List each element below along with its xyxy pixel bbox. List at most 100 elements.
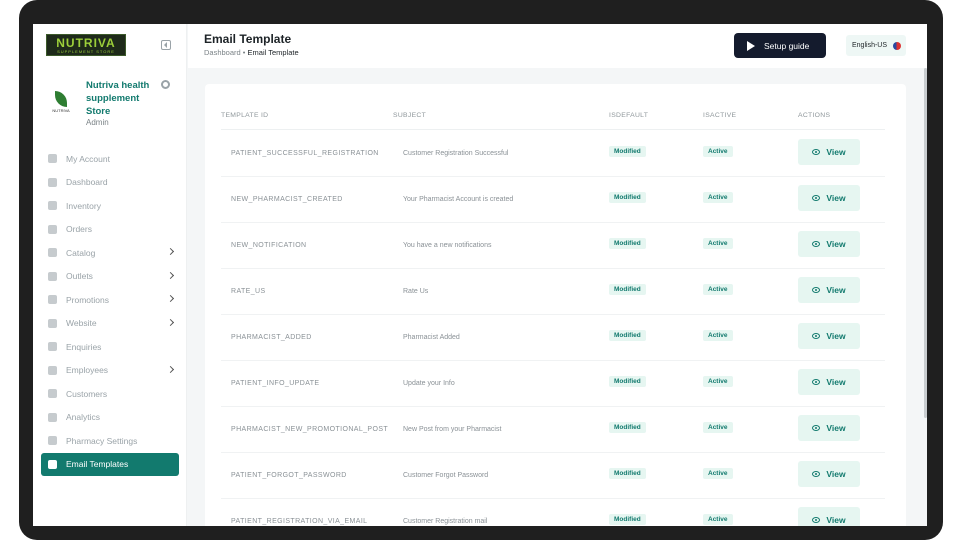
avatar-text: NUTRIVA bbox=[52, 108, 70, 113]
view-label: View bbox=[826, 285, 846, 295]
sidebar-item-label: Employees bbox=[66, 365, 109, 376]
breadcrumb-current: Email Template bbox=[247, 48, 299, 57]
collapse-sidebar-icon[interactable] bbox=[161, 40, 171, 50]
table-row: PATIENT_SUCCESSFUL_REGISTRATION Customer … bbox=[221, 131, 885, 177]
brand-logo[interactable]: NUTRIVA SUPPLEMENT STORE bbox=[46, 34, 126, 56]
chevron-right-icon bbox=[166, 294, 175, 303]
sidebar-item-label: Analytics bbox=[66, 412, 101, 423]
sidebar-item-orders[interactable]: Orders bbox=[41, 218, 179, 242]
template-id: PATIENT_FORGOT_PASSWORD bbox=[231, 472, 347, 479]
sidebar-item-promotions[interactable]: Promotions bbox=[41, 288, 179, 312]
column-actions: ACTIONS bbox=[798, 112, 831, 119]
table-row: RATE_US Rate Us Modified Active View bbox=[221, 269, 885, 315]
breadcrumb-dashboard[interactable]: Dashboard bbox=[204, 48, 241, 57]
inventory-icon bbox=[48, 201, 57, 211]
view-button[interactable]: View bbox=[798, 415, 860, 441]
table-row: PHARMACIST_ADDED Pharmacist Added Modified… bbox=[221, 315, 885, 361]
eye-icon bbox=[812, 471, 821, 477]
store-avatar: NUTRIVA bbox=[46, 87, 76, 117]
template-subject: You have a new notifications bbox=[403, 242, 492, 249]
view-button[interactable]: View bbox=[798, 185, 860, 211]
isdefault-badge: Modified bbox=[609, 238, 646, 249]
sidebar-item-dashboard[interactable]: Dashboard bbox=[41, 171, 179, 195]
isactive-badge: Active bbox=[703, 238, 733, 249]
table-row: PATIENT_REGISTRATION_VIA_EMAIL Customer R… bbox=[221, 499, 885, 526]
column-template-id: TEMPLATE ID bbox=[221, 112, 269, 119]
isdefault-badge: Modified bbox=[609, 376, 646, 387]
sidebar-item-catalog[interactable]: Catalog bbox=[41, 241, 179, 265]
eye-icon bbox=[812, 149, 821, 155]
isdefault-badge: Modified bbox=[609, 284, 646, 295]
chevron-right-icon bbox=[166, 247, 175, 256]
eye-icon bbox=[812, 425, 821, 431]
template-id: PATIENT_SUCCESSFUL_REGISTRATION bbox=[231, 150, 379, 157]
table-header: TEMPLATE ID SUBJECT ISDEFAULT ISACTIVE A… bbox=[221, 110, 885, 130]
orders-icon bbox=[48, 224, 57, 234]
sidebar-item-inventory[interactable]: Inventory bbox=[41, 194, 179, 218]
view-label: View bbox=[826, 469, 846, 479]
template-id: PHARMACIST_NEW_PROMOTIONAL_POST bbox=[231, 426, 389, 433]
store-role: Admin bbox=[86, 118, 109, 127]
view-label: View bbox=[826, 147, 846, 157]
isdefault-badge: Modified bbox=[609, 330, 646, 341]
isactive-badge: Active bbox=[703, 192, 733, 203]
column-isdefault: ISDEFAULT bbox=[609, 112, 649, 119]
isdefault-badge: Modified bbox=[609, 422, 646, 433]
eye-icon bbox=[812, 287, 821, 293]
setup-guide-label: Setup guide bbox=[764, 40, 810, 51]
view-button[interactable]: View bbox=[798, 323, 860, 349]
view-button[interactable]: View bbox=[798, 231, 860, 257]
promotions-icon bbox=[48, 295, 57, 305]
view-button[interactable]: View bbox=[798, 139, 860, 165]
store-name: Nutriva health supplement Store bbox=[86, 80, 150, 117]
eye-icon bbox=[812, 379, 821, 385]
sidebar-item-pharmacy-settings[interactable]: Pharmacy Settings bbox=[41, 429, 179, 453]
breadcrumb-separator: • bbox=[242, 48, 246, 57]
setup-guide-button[interactable]: Setup guide bbox=[734, 33, 826, 58]
template-id: NEW_PHARMACIST_CREATED bbox=[231, 196, 343, 203]
sidebar-item-label: Inventory bbox=[66, 200, 101, 211]
template-subject: Update your Info bbox=[403, 380, 455, 387]
view-label: View bbox=[826, 423, 846, 433]
template-id: PATIENT_INFO_UPDATE bbox=[231, 380, 320, 387]
store-settings-icon[interactable] bbox=[161, 80, 170, 89]
isactive-badge: Active bbox=[703, 376, 733, 387]
language-label: English-US bbox=[852, 42, 888, 49]
sidebar-item-my-account[interactable]: My Account bbox=[41, 147, 179, 171]
view-button[interactable]: View bbox=[798, 461, 860, 487]
outlets-icon bbox=[48, 271, 57, 281]
isactive-badge: Active bbox=[703, 422, 733, 433]
template-subject: Customer Registration mail bbox=[403, 518, 488, 525]
view-button[interactable]: View bbox=[798, 369, 860, 395]
template-subject: Your Pharmacist Account is created bbox=[403, 196, 514, 203]
template-id: RATE_US bbox=[231, 288, 266, 295]
sidebar-item-employees[interactable]: Employees bbox=[41, 359, 179, 383]
template-id: NEW_NOTIFICATION bbox=[231, 242, 307, 249]
view-label: View bbox=[826, 377, 846, 387]
sidebar-item-label: Promotions bbox=[66, 294, 109, 305]
template-subject: Customer Registration Successful bbox=[403, 150, 509, 157]
template-subject: New Post from your Pharmacist bbox=[403, 426, 502, 433]
view-button[interactable]: View bbox=[798, 507, 860, 526]
template-id: PATIENT_REGISTRATION_VIA_EMAIL bbox=[231, 518, 368, 525]
language-selector[interactable]: English-US bbox=[846, 35, 906, 56]
sidebar-item-email-templates[interactable]: Email Templates bbox=[41, 452, 179, 476]
isactive-badge: Active bbox=[703, 514, 733, 525]
user-icon bbox=[48, 154, 57, 164]
sidebar-item-enquiries[interactable]: Enquiries bbox=[41, 335, 179, 359]
sidebar-item-analytics[interactable]: Analytics bbox=[41, 406, 179, 430]
sidebar-nav: My Account Dashboard Inventory Orders Catalo… bbox=[41, 147, 179, 476]
sidebar-item-customers[interactable]: Customers bbox=[41, 382, 179, 406]
isactive-badge: Active bbox=[703, 146, 733, 157]
view-button[interactable]: View bbox=[798, 277, 860, 303]
isactive-badge: Active bbox=[703, 330, 733, 341]
sidebar-item-outlets[interactable]: Outlets bbox=[41, 265, 179, 289]
sidebar: NUTRIVA SUPPLEMENT STORE NUTRIVA Nutriva… bbox=[33, 24, 187, 526]
page-scrollbar[interactable] bbox=[924, 68, 927, 418]
column-subject: SUBJECT bbox=[393, 112, 427, 119]
isdefault-badge: Modified bbox=[609, 146, 646, 157]
sidebar-item-label: Website bbox=[66, 318, 97, 329]
sidebar-item-label: My Account bbox=[66, 153, 110, 164]
sidebar-item-label: Outlets bbox=[66, 271, 93, 282]
sidebar-item-website[interactable]: Website bbox=[41, 312, 179, 336]
